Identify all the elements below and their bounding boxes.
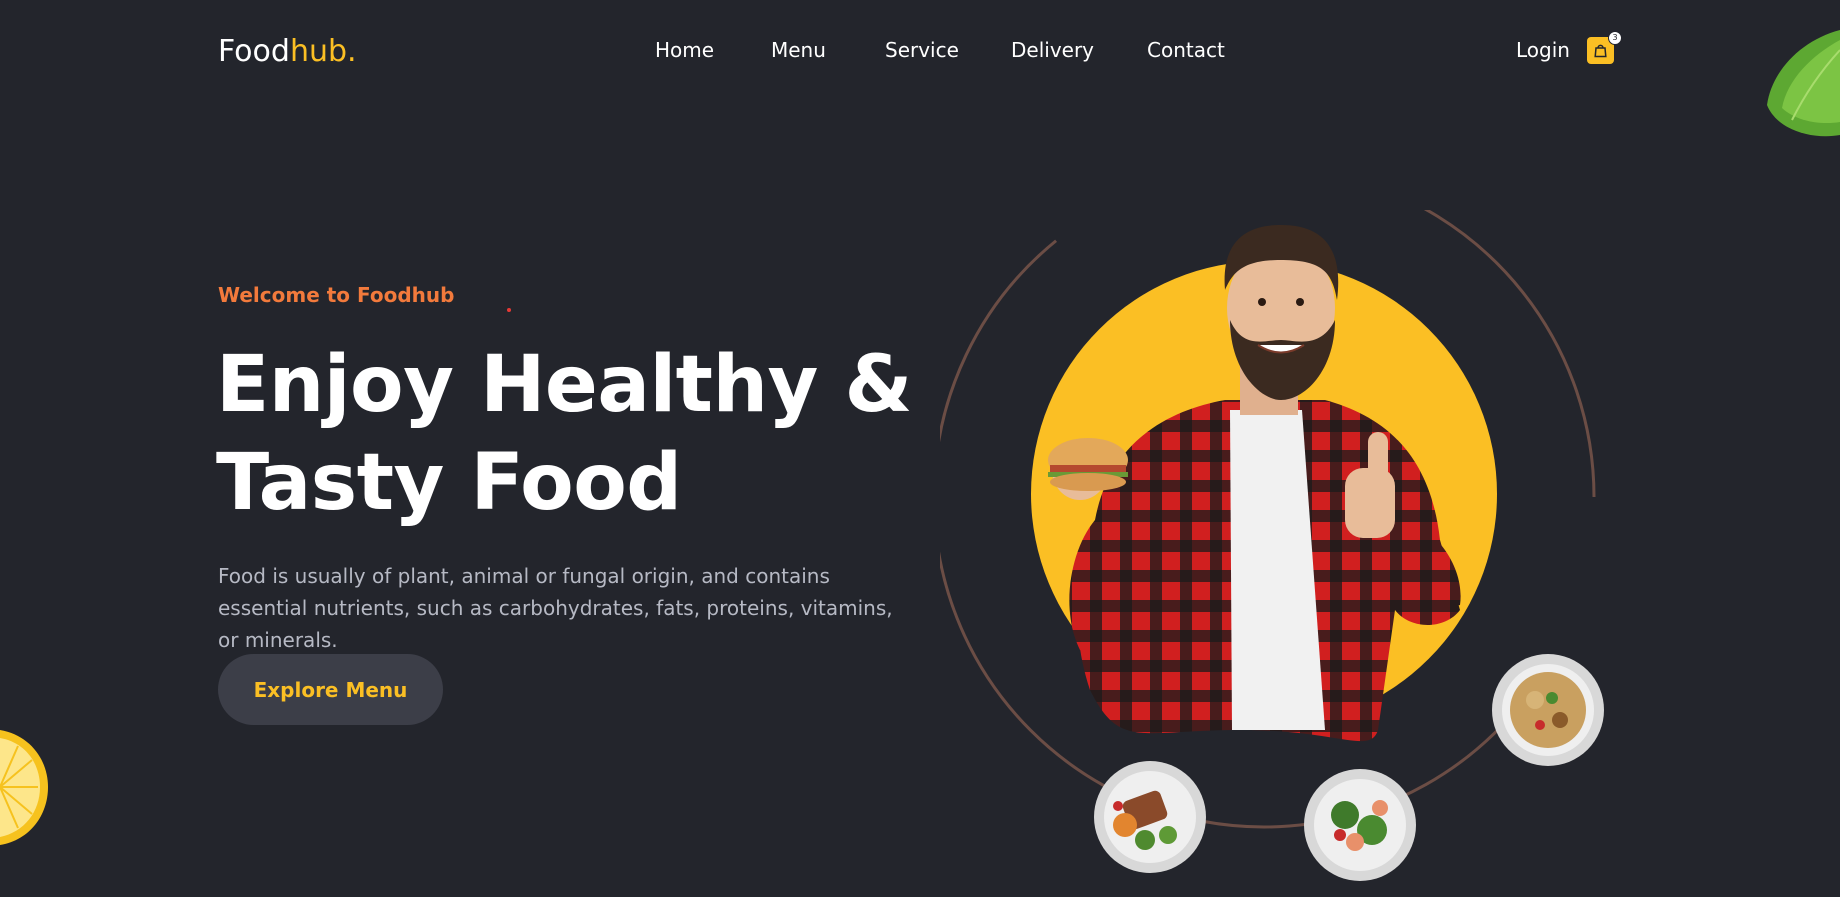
hero-illustration-svg [932,165,1604,881]
food-plate-steak [1094,761,1206,873]
headline-line-2: Tasty Food [216,438,682,528]
hero-headline: Enjoy Healthy & Tasty Food [216,336,913,532]
food-plate-rice [1492,654,1604,766]
nav-contact[interactable]: Contact [1147,38,1225,62]
burger-icon [1048,438,1128,491]
nav-delivery[interactable]: Delivery [1011,38,1094,62]
lettuce-leaf [1767,30,1840,137]
explore-menu-button[interactable]: Explore Menu [218,654,443,725]
lemon-slice [0,730,48,845]
decorative-dot [507,308,511,312]
nav-home[interactable]: Home [655,38,714,62]
nav-service[interactable]: Service [885,38,959,62]
hero-description: Food is usually of plant, animal or fung… [218,564,893,652]
login-link[interactable]: Login [1516,38,1570,62]
hero-illustration [932,165,1620,893]
cart-button[interactable]: 3 [1587,31,1622,64]
landing-page: Foodhub. Home Menu Service Delivery Cont… [0,0,1840,893]
hero-kicker: Welcome to Foodhub [218,283,455,307]
food-plate-shrimp-salad [1304,769,1416,881]
cart-count-badge: 3 [1608,31,1622,45]
nav-menu[interactable]: Menu [771,38,826,62]
shopping-bag-icon [1594,44,1607,58]
headline-line-1: Enjoy Healthy & [216,340,913,430]
